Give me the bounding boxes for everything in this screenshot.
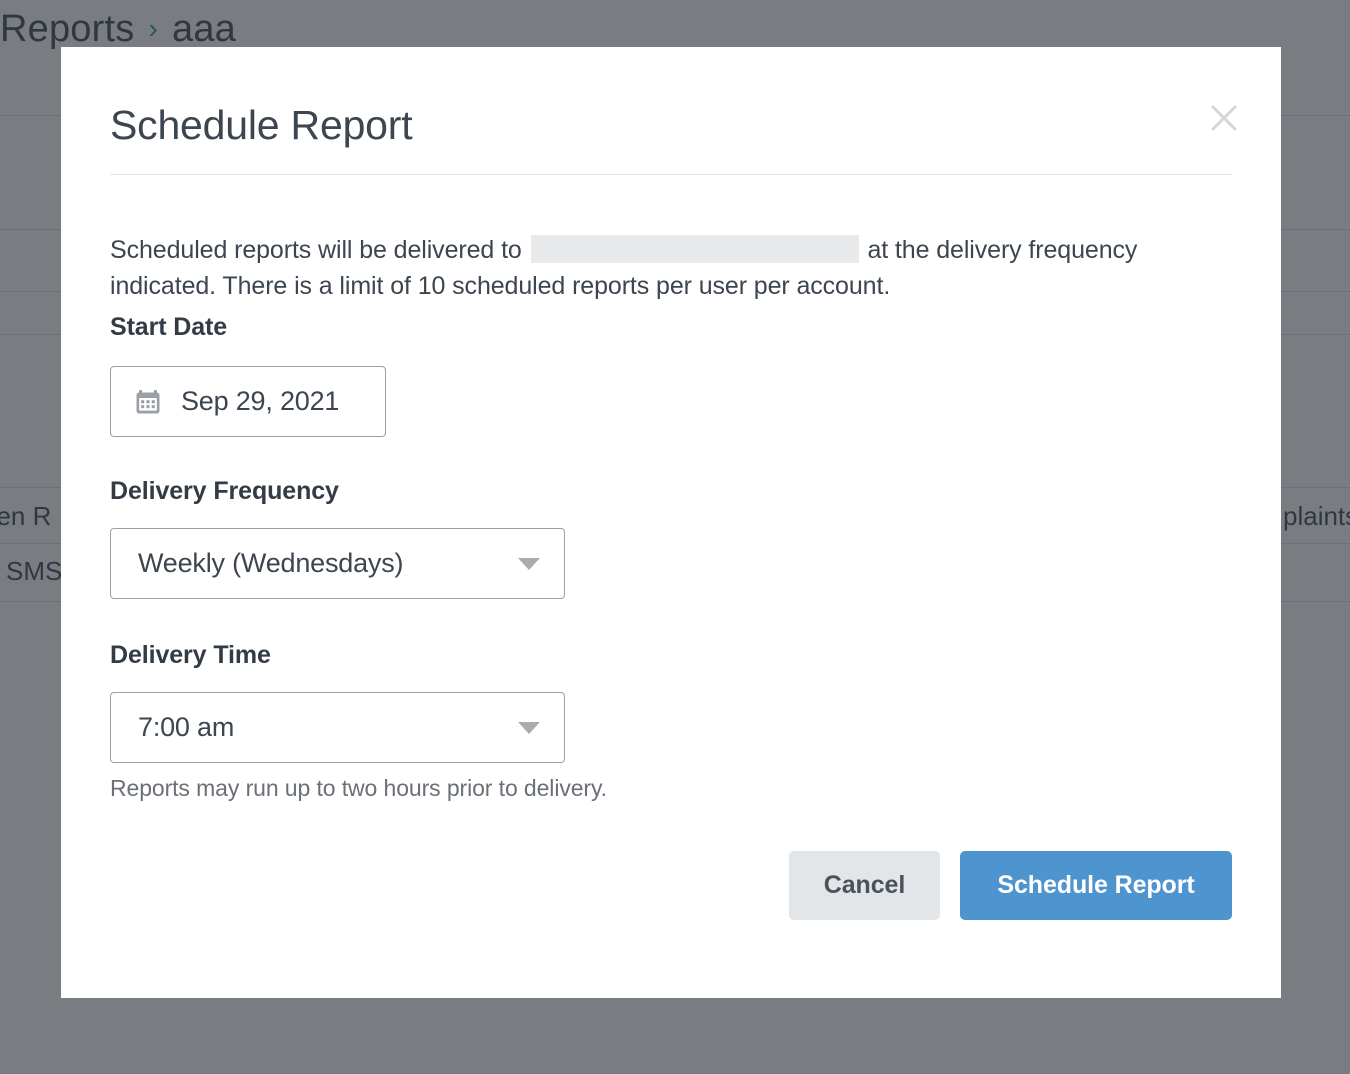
cancel-button[interactable]: Cancel — [789, 851, 940, 920]
chevron-down-icon — [518, 722, 540, 734]
schedule-report-dialog: Schedule Report Scheduled reports will b… — [61, 47, 1281, 998]
recipient-redacted-block — [531, 235, 859, 263]
title-divider — [110, 174, 1232, 175]
delivery-frequency-select[interactable]: Weekly (Wednesdays) — [110, 528, 565, 599]
delivery-frequency-label: Delivery Frequency — [110, 477, 339, 506]
delivery-time-label: Delivery Time — [110, 641, 271, 670]
close-button[interactable] — [1203, 97, 1245, 139]
dialog-description: Scheduled reports will be delivered to a… — [110, 232, 1230, 304]
close-icon — [1203, 97, 1245, 139]
description-before-recipient: Scheduled reports will be delivered to — [110, 236, 522, 264]
schedule-report-button[interactable]: Schedule Report — [960, 851, 1232, 920]
start-date-label: Start Date — [110, 313, 227, 342]
page-title: Schedule Report — [110, 102, 412, 149]
delivery-time-select[interactable]: 7:00 am — [110, 692, 565, 763]
dialog-footer: Cancel Schedule Report — [789, 851, 1232, 920]
delivery-time-helper-text: Reports may run up to two hours prior to… — [110, 775, 607, 802]
chevron-down-icon — [518, 558, 540, 570]
delivery-time-value: 7:00 am — [138, 712, 234, 743]
start-date-value: Sep 29, 2021 — [181, 386, 339, 417]
calendar-icon — [135, 389, 161, 415]
delivery-frequency-value: Weekly (Wednesdays) — [138, 548, 403, 579]
start-date-input[interactable]: Sep 29, 2021 — [110, 366, 386, 437]
